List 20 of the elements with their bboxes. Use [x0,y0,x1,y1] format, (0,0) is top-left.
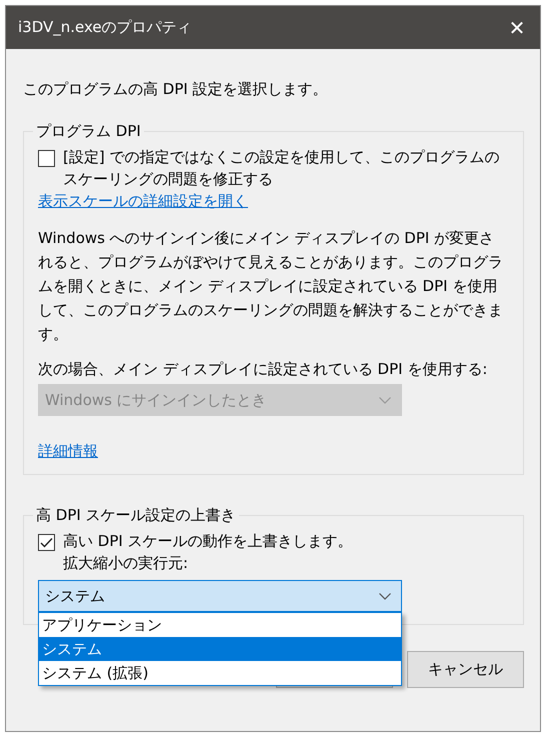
chevron-icon [379,396,391,404]
dropdown-option[interactable]: システム (拡張) [39,661,401,685]
checkbox-label: [設定] での指定ではなくこの設定を使用して、このプログラムのスケーリングの問題を修正する [63,147,500,190]
checkbox[interactable] [38,534,55,551]
description-text: Windows へのサインイン後にメイン ディスプレイの DPI が変更されると、プログラムがぼやけて見えることがあります。このプログラムを開くときに、メイン ディスプレイに設定されている DPI を使用して、このプログラムのスケーリングの問題を解決することができます。 [38,228,504,345]
group-title: 高 DPI スケール設定の上書き [33,504,239,526]
dropdown-label: 次の場合、メイン ディスプレイに設定されている DPI を使用する: [38,359,488,380]
checkbox-label: 高い DPI スケールの動作を上書きします。 [63,531,353,552]
dropdown-option[interactable]: システム [39,637,401,661]
chevron-icon [379,592,391,600]
more-info-link[interactable]: 詳細情報 [38,440,98,462]
dropdown-label: 拡大縮小の実行元: [62,553,190,574]
close-button[interactable]: ✕ [494,16,540,40]
dropdown-option[interactable]: アプリケーション [39,613,401,637]
settings-link[interactable]: 表示スケールの詳細設定を開く [38,190,248,212]
dropdown[interactable]: システム [38,580,402,612]
window-title: i3DV_n.exeのプロパティ [18,18,192,37]
intro-text: このプログラムの高 DPI 設定を選択します。 [23,79,329,100]
cancel-button[interactable]: キャンセル [407,651,524,688]
checkbox[interactable] [38,150,55,167]
